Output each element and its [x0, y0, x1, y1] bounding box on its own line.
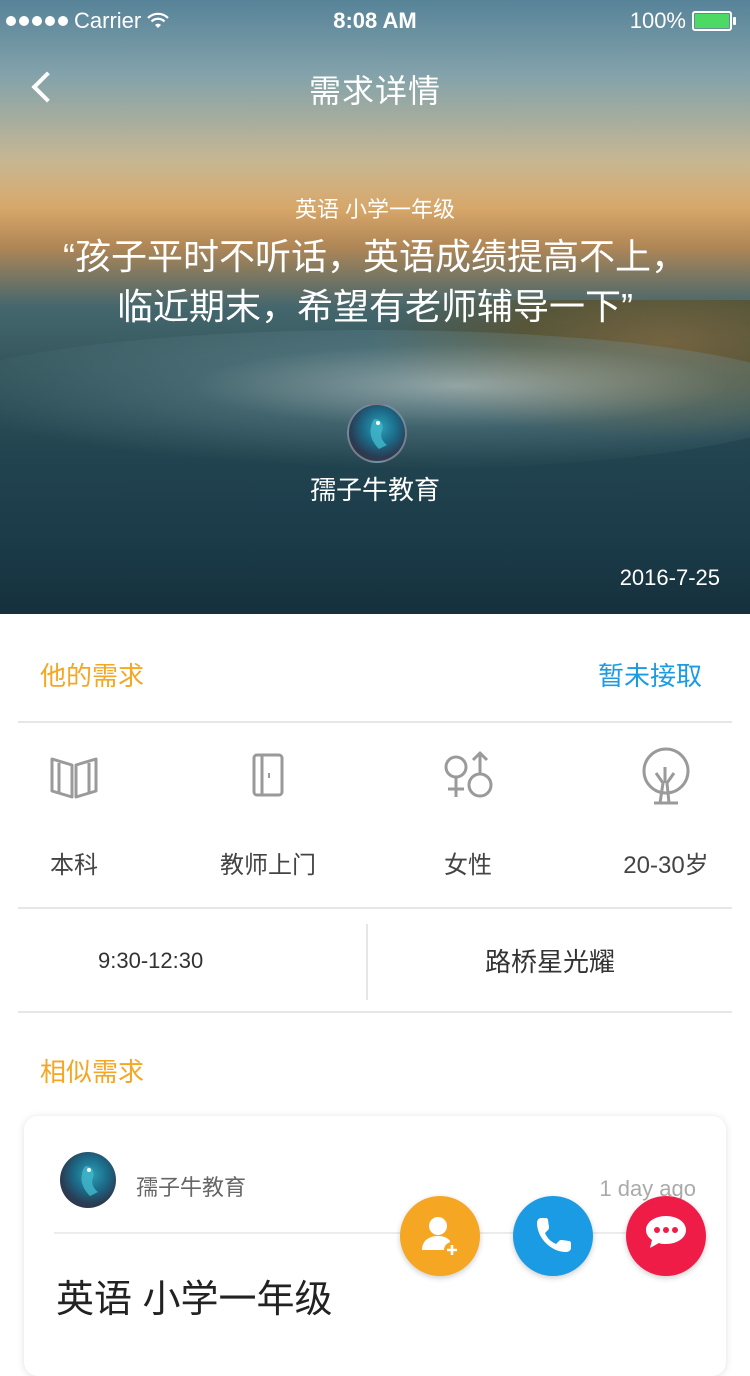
- hero-quote: “孩子平时不听话，英语成绩提高不上， 临近期末，希望有老师辅导一下”: [60, 232, 690, 332]
- feature-grid: 本科 教师上门 女性 20-30岁: [0, 745, 750, 905]
- status-bar: Carrier 8:08 AM 100%: [0, 0, 750, 40]
- feature-label: 本科: [50, 852, 98, 879]
- lesson-time: 9:30-12:30: [98, 948, 204, 973]
- hero-quote-line1: “孩子平时不听话，英语成绩提高不上，: [63, 236, 687, 277]
- battery-percent: 100%: [629, 8, 686, 33]
- card-publisher-name: 孺子牛教育: [136, 1175, 247, 1200]
- feature-label: 教师上门: [220, 852, 316, 879]
- feature-age: 20-30岁: [586, 745, 746, 880]
- avatar[interactable]: [60, 1152, 116, 1208]
- feature-label: 20-30岁: [623, 852, 709, 879]
- feature-label: 女性: [444, 852, 492, 879]
- needs-title: 他的需求: [40, 661, 145, 691]
- chat-button[interactable]: [626, 1196, 706, 1276]
- divider: [18, 721, 732, 723]
- status-right: 100%: [629, 8, 736, 34]
- status-badge[interactable]: 暂未接取: [598, 656, 702, 693]
- hero-publisher-name: 孺子牛教育: [309, 475, 440, 505]
- peacock-icon: [81, 1166, 98, 1196]
- similar-card[interactable]: 孺子牛教育 1 day ago 英语 小学一年级: [24, 1116, 726, 1376]
- hero-subject: 英语 小学一年级: [294, 197, 456, 222]
- tree-icon: [636, 745, 696, 805]
- gender-icon: [438, 745, 498, 805]
- battery-icon: [692, 11, 736, 31]
- book-icon: [44, 745, 104, 805]
- feature-visit: 教师上门: [188, 745, 348, 880]
- door-icon: [238, 745, 298, 805]
- nav-bar: 需求详情: [0, 60, 750, 110]
- divider: [54, 1232, 696, 1234]
- divider: [18, 1011, 732, 1013]
- info-row: 9:30-12:30 路桥星光耀: [18, 910, 732, 1012]
- peacock-icon: [370, 419, 387, 449]
- phone-icon: [537, 1218, 571, 1252]
- page-title: 需求详情: [308, 73, 441, 109]
- call-button[interactable]: [513, 1196, 593, 1276]
- avatar[interactable]: [347, 403, 407, 463]
- add-user-icon: [422, 1217, 460, 1258]
- hero-quote-line2: 临近期末，希望有老师辅导一下”: [117, 286, 633, 327]
- similar-title: 相似需求: [40, 1057, 145, 1087]
- feature-education: 本科: [0, 745, 154, 880]
- feature-gender: 女性: [388, 745, 548, 880]
- hero-date: 2016-7-25: [619, 565, 720, 590]
- card-subject: 英语 小学一年级: [56, 1279, 333, 1321]
- add-contact-button[interactable]: [400, 1196, 480, 1276]
- chat-icon: [646, 1216, 686, 1248]
- lesson-location: 路桥星光耀: [485, 947, 616, 977]
- divider: [18, 907, 732, 909]
- vertical-divider: [366, 924, 368, 1000]
- hero-banner: Carrier 8:08 AM 100% 需求详情 英语 小学一年级 “孩子平时…: [0, 0, 750, 614]
